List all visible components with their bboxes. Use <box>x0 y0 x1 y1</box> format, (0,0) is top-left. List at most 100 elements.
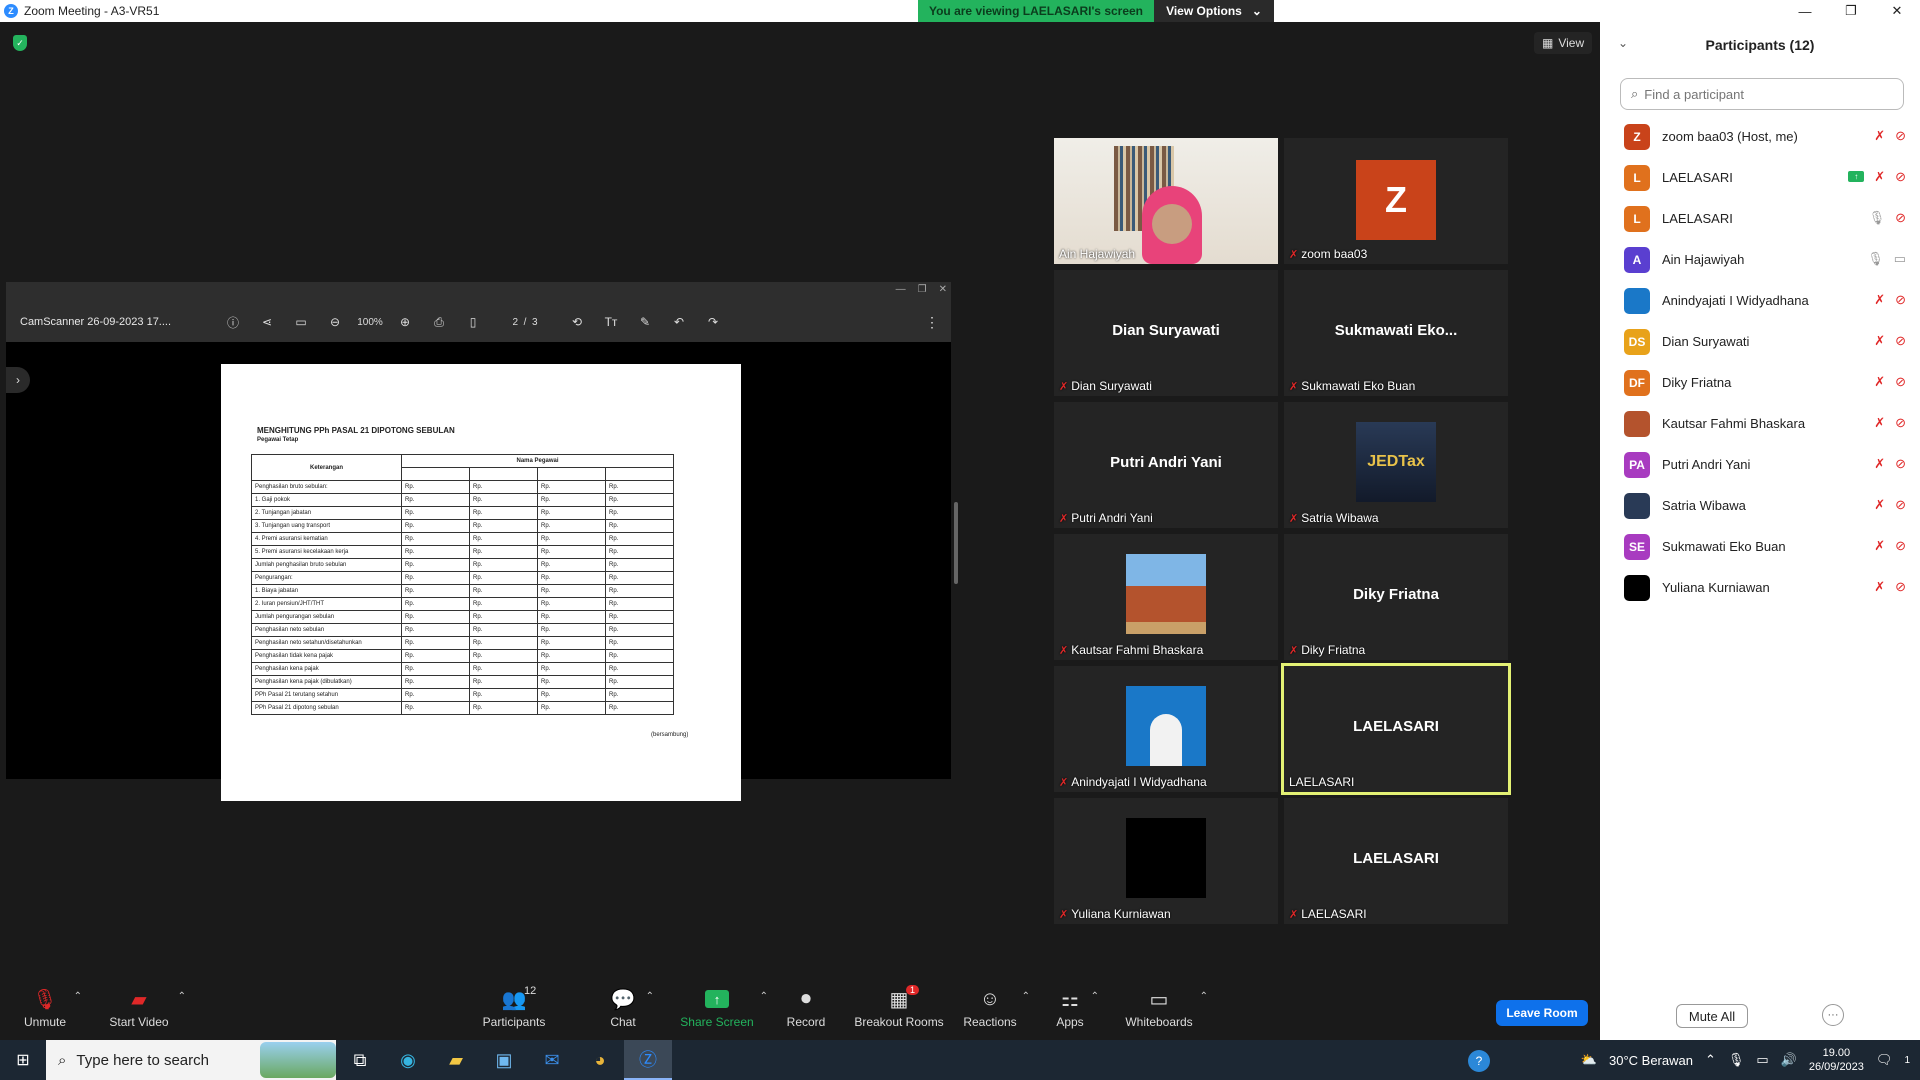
task-view-icon[interactable]: ⧉ <box>336 1040 384 1080</box>
unmute-button[interactable]: 🎙 Unmute ⌃ <box>22 985 82 1040</box>
video-tile[interactable]: LAELASARI ✗ LAELASARI <box>1284 798 1508 924</box>
store-icon[interactable]: ▣ <box>480 1040 528 1080</box>
participants-button[interactable]: 👥 12 Participants <box>478 985 550 1040</box>
profile-picture <box>1126 686 1206 766</box>
tile-display-name: Putri Andri Yani <box>1110 454 1222 471</box>
participant-row[interactable]: Anindyajati I Widyadhana ✗ ⊘ <box>1600 280 1920 321</box>
breakout-rooms-button[interactable]: ▦ 1 Breakout Rooms <box>854 985 944 1040</box>
mail-icon[interactable]: ✉ <box>528 1040 576 1080</box>
apps-button[interactable]: ⚏ Apps ⌃ <box>1055 985 1099 1040</box>
minimize-button[interactable]: — <box>1782 0 1828 22</box>
share-screen-button[interactable]: ↑ Share Screen ⌃ <box>680 985 768 1040</box>
security-shield-icon[interactable]: ✓ <box>13 35 27 51</box>
leave-room-button[interactable]: Leave Room <box>1496 1000 1588 1026</box>
file-explorer-icon[interactable]: ▰ <box>432 1040 480 1080</box>
table-row: PPh Pasal 21 terutang setahun Rp. Rp. Rp. Rp… <box>251 688 674 702</box>
text-icon[interactable]: Tт <box>594 315 628 329</box>
video-tile[interactable]: Sukmawati Eko... ✗ Sukmawati Eko Buan <box>1284 270 1508 396</box>
tile-name: ✗ LAELASARI <box>1289 907 1367 921</box>
delete-icon[interactable]: ▯ <box>456 315 490 329</box>
share-icon[interactable]: ⋖ <box>250 315 284 329</box>
info-icon[interactable]: ⓘ <box>216 314 250 331</box>
caret-up-icon[interactable]: ⌃ <box>646 991 654 1002</box>
edge-icon[interactable]: ◉ <box>384 1040 432 1080</box>
caret-up-icon[interactable]: ⌃ <box>1091 991 1099 1002</box>
chrome-icon[interactable]: ◕ <box>576 1040 624 1080</box>
page-indicator[interactable]: 2 / 3 <box>490 317 560 328</box>
reactions-icon: ☺ <box>979 987 1001 1010</box>
record-button[interactable]: ⏺ Record <box>784 985 828 1040</box>
active-speaker-tile[interactable]: LAELASARI LAELASARI <box>1281 663 1511 795</box>
participant-row[interactable]: Yuliana Kurniawan ✗ ⊘ <box>1600 567 1920 608</box>
participant-row[interactable]: PA Putri Andri Yani ✗ ⊘ <box>1600 444 1920 485</box>
participant-search[interactable]: ⌕ <box>1620 78 1904 110</box>
participant-status: ✗ ⊘ <box>1874 538 1906 554</box>
whiteboards-button[interactable]: ▭ Whiteboards ⌃ <box>1124 985 1208 1040</box>
search-input[interactable] <box>1644 86 1885 102</box>
pdf-close-icon[interactable]: ✕ <box>939 284 947 295</box>
clock[interactable]: 19.00 26/09/2023 <box>1809 1046 1864 1074</box>
caret-up-icon[interactable]: ⌃ <box>74 991 82 1002</box>
redo-icon[interactable]: ↷ <box>696 315 730 329</box>
participant-row[interactable]: DF Diky Friatna ✗ ⊘ <box>1600 362 1920 403</box>
pdf-restore-icon[interactable]: ❐ <box>918 284 927 295</box>
chevron-up-icon[interactable]: ⌃ <box>1705 1052 1716 1068</box>
scroll-handle[interactable] <box>954 502 958 584</box>
zoom-out-icon[interactable]: ⊖ <box>318 315 352 329</box>
caret-up-icon[interactable]: ⌃ <box>178 991 186 1002</box>
windows-start-icon[interactable]: ⊞ <box>0 1040 46 1080</box>
zoom-taskbar-icon[interactable]: Ⓩ <box>624 1040 672 1080</box>
help-icon[interactable]: ? <box>1468 1050 1490 1072</box>
rotate-icon[interactable]: ⟲ <box>560 315 594 329</box>
pdf-minimize-icon[interactable]: — <box>896 284 906 295</box>
participant-row[interactable]: Satria Wibawa ✗ ⊘ <box>1600 485 1920 526</box>
participant-row[interactable]: SE Sukmawati Eko Buan ✗ ⊘ <box>1600 526 1920 567</box>
undo-icon[interactable]: ↶ <box>662 315 696 329</box>
video-tile[interactable]: JEDTax ✗ Satria Wibawa <box>1284 402 1508 528</box>
participant-row[interactable]: Kautsar Fahmi Bhaskara ✗ ⊘ <box>1600 403 1920 444</box>
caret-up-icon[interactable]: ⌃ <box>760 991 768 1002</box>
draw-icon[interactable]: ✎ <box>628 315 662 329</box>
participant-row[interactable]: DS Dian Suryawati ✗ ⊘ <box>1600 321 1920 362</box>
more-vertical-icon[interactable]: ⋮ <box>925 314 939 331</box>
participant-row[interactable]: L LAELASARI 🎙 ⊘ <box>1600 198 1920 239</box>
video-tile[interactable]: ✗ Yuliana Kurniawan <box>1054 798 1278 924</box>
microphone-icon[interactable]: 🎙 <box>1728 1052 1745 1068</box>
video-tile[interactable]: Ain Hajawiyah <box>1054 138 1278 264</box>
notification-icon[interactable]: 🗨 <box>1876 1052 1893 1068</box>
start-video-button[interactable]: ▰ Start Video ⌃ <box>106 985 186 1040</box>
reactions-button[interactable]: ☺ Reactions ⌃ <box>963 985 1030 1040</box>
network-icon[interactable]: ▭ <box>1756 1052 1768 1068</box>
more-options-button[interactable]: ··· <box>1822 1004 1844 1026</box>
restore-button[interactable]: ❐ <box>1828 0 1874 22</box>
view-options-button[interactable]: View Options ⌄ <box>1154 0 1274 22</box>
mute-all-button[interactable]: Mute All <box>1676 1004 1748 1028</box>
video-tile[interactable]: Diky Friatna ✗ Diky Friatna <box>1284 534 1508 660</box>
video-tile[interactable]: ✗ Anindyajati I Widyadhana <box>1054 666 1278 792</box>
table-cell: Rp. <box>469 675 538 689</box>
video-tile[interactable]: Putri Andri Yani ✗ Putri Andri Yani <box>1054 402 1278 528</box>
volume-icon[interactable]: 🔊 <box>1781 1052 1797 1068</box>
weather-text[interactable]: 30°C Berawan <box>1609 1053 1693 1068</box>
view-button[interactable]: ▦ View <box>1534 32 1593 54</box>
participant-row[interactable]: A Ain Hajawiyah 🎙 ▭ <box>1600 239 1920 280</box>
video-tile[interactable]: ✗ Kautsar Fahmi Bhaskara <box>1054 534 1278 660</box>
panel-title: Participants (12) <box>1705 37 1815 53</box>
table-cell: Rp. <box>469 506 538 520</box>
close-button[interactable]: ✕ <box>1874 0 1920 22</box>
fit-page-icon[interactable]: ▭ <box>284 315 318 329</box>
zoom-level[interactable]: 100% <box>352 317 388 328</box>
chat-button[interactable]: 💬 Chat ⌃ <box>606 985 654 1040</box>
video-tile[interactable]: Dian Suryawati ✗ Dian Suryawati <box>1054 270 1278 396</box>
caret-up-icon[interactable]: ⌃ <box>1022 991 1030 1002</box>
taskbar-search[interactable]: ⌕ Type here to search <box>46 1040 336 1080</box>
participant-row[interactable]: Zzoom baa03 (Host, me) ✗ ⊘ <box>1600 116 1920 157</box>
caret-up-icon[interactable]: ⌃ <box>1200 991 1208 1002</box>
zoom-in-icon[interactable]: ⊕ <box>388 315 422 329</box>
participant-row[interactable]: L LAELASARI ↑ ✗ ⊘ <box>1600 157 1920 198</box>
record-icon: ⏺ <box>801 987 811 1010</box>
video-tile[interactable]: Z ✗ zoom baa03 <box>1284 138 1508 264</box>
print-icon[interactable]: ⎙ <box>422 315 456 330</box>
sidebar-expand-icon[interactable]: › <box>6 367 30 393</box>
table-cell: Rp. <box>401 597 470 611</box>
